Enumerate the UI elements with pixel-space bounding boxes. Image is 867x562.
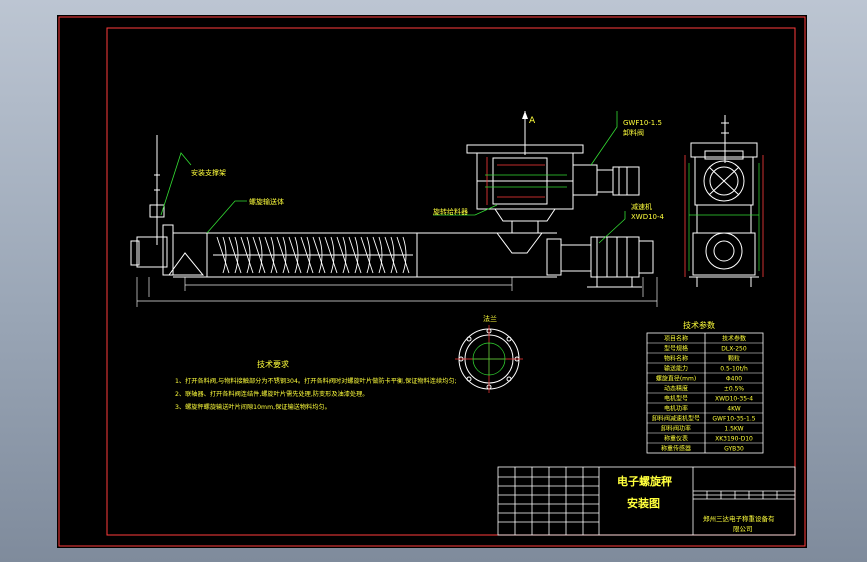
notes-line-1: 1、打开各料阀,与物料接触部分为不锈钢304。打开各料阀时对螺旋叶片做防卡平衡,…: [175, 377, 457, 385]
notes-line-3: 3、螺旋秤螺旋输送叶片间隙10mm,保证输送物料均匀。: [175, 403, 331, 411]
params-row-name: 称重仪表: [664, 435, 688, 443]
drawing-name-line-1: 电子螺旋秤: [617, 474, 672, 488]
params-row-name: 输送能力: [664, 365, 688, 373]
cad-viewport[interactable]: A 法兰 安装支撑架 螺旋输送体 旋转给料器 卸料阀 GWF10-1.5 减速机…: [57, 15, 807, 548]
label-reducer-model: XWD10-4: [631, 213, 665, 221]
label-discharge-valve: 卸料阀: [623, 128, 644, 137]
inner-frame: [106, 27, 796, 536]
flange-label: 法兰: [483, 314, 497, 323]
params-row-name: 电机型号: [664, 395, 688, 403]
dimension-lines: [136, 277, 658, 307]
label-fixing-bracket: 安装支撑架: [191, 168, 226, 177]
params-row-value: Φ400: [726, 376, 742, 383]
params-row-name: 动态精度: [664, 385, 688, 393]
params-row-name: 螺旋直径(mm): [656, 375, 696, 383]
company-line-2: 限公司: [733, 524, 753, 533]
rotary-feeder: [466, 111, 640, 233]
params-row-value: 颗粒: [728, 355, 740, 363]
params-row-name: 卸料阀减速机型号: [652, 415, 700, 423]
drawing-name-line-2: 安装图: [627, 496, 660, 510]
label-screw-body: 螺旋输送体: [249, 197, 284, 206]
params-row-name: 电机功率: [664, 405, 688, 413]
params-row-value: 0.5-10t/h: [720, 366, 748, 373]
side-view-hatch: [688, 163, 760, 271]
params-row-value: 技术参数: [722, 335, 746, 343]
params-table: 项目名称 技术参数型号规格 DLX-250 物料名称 颗粒输送能力 0.5-10t/h 螺旋…: [646, 332, 764, 454]
params-row-name: 物料名称: [664, 355, 688, 363]
section-arrow: [522, 111, 528, 119]
params-title: 技术参数: [683, 320, 715, 330]
params-row-value: XK3190-D10: [715, 436, 753, 443]
company-line-1: 郑州三达电子称重设备有: [703, 514, 775, 523]
section-mark-a: A: [529, 116, 536, 126]
label-reducer: 减速机: [631, 202, 652, 211]
side-view: [689, 115, 759, 287]
flange-bolt-lines: [472, 342, 506, 376]
screw-conveyor-elevation: [130, 135, 654, 288]
notes-title: 技术要求: [257, 359, 289, 369]
label-rotary-valve: 旋转给料器: [433, 207, 468, 216]
params-row-name: 项目名称: [664, 335, 688, 343]
params-row-value: XWD10-35-4: [715, 396, 753, 403]
params-row-value: GYB30: [724, 446, 744, 453]
label-discharge-model: GWF10-1.5: [623, 119, 662, 127]
params-row-value: 1.5KW: [724, 426, 743, 433]
params-row-value: 4KW: [727, 406, 741, 413]
screw-helix: [213, 236, 413, 274]
params-row-name: 卸料阀功率: [661, 425, 691, 433]
params-row-name: 称重传感器: [661, 445, 691, 453]
engineering-drawing: A 法兰 安装支撑架 螺旋输送体 旋转给料器 卸料阀 GWF10-1.5 减速机…: [58, 16, 806, 547]
params-row-value: GWF10-35-1.5: [712, 416, 755, 423]
leader-lines: [160, 111, 626, 244]
params-row-name: 型号规格: [664, 345, 688, 353]
notes-line-2: 2、联轴器、打开各料阀连结件,螺旋叶片需先处理,防变形及油漆处理。: [175, 390, 369, 398]
params-row-value: ±0.5%: [724, 386, 745, 393]
params-row-value: DLX-250: [721, 346, 747, 353]
